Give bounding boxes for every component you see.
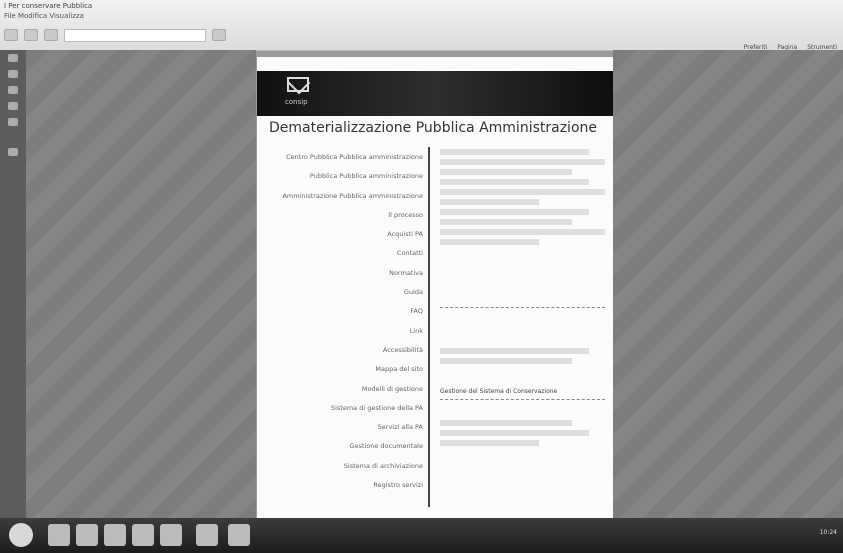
content-text-block [440, 209, 589, 215]
content-text-block [440, 179, 589, 185]
page-title: Dematerializzazione Pubblica Amministraz… [269, 120, 597, 136]
content-text-block [440, 348, 589, 354]
nav-link[interactable]: Registro servizi [263, 479, 423, 498]
logo-text: consip [285, 98, 308, 106]
nav-link[interactable]: Sistema di gestione della PA [263, 402, 423, 421]
folder-icon[interactable] [76, 524, 98, 546]
content-text-block [440, 239, 539, 245]
nav-link[interactable]: Mappa del sito [263, 363, 423, 382]
app-icon[interactable] [160, 524, 182, 546]
web-page: consip Dematerializzazione Pubblica Ammi… [257, 57, 613, 527]
site-header: consip [257, 71, 613, 116]
toolbar [4, 27, 226, 43]
nav-link[interactable]: Modelli di gestione [263, 383, 423, 402]
page-background-right [613, 50, 843, 518]
envelope-icon[interactable] [287, 77, 309, 92]
rail-icon[interactable] [8, 148, 18, 156]
nav-link[interactable]: Pubblica Pubblica amministrazione [263, 170, 423, 189]
content-text-block [440, 420, 572, 426]
refresh-button[interactable] [44, 29, 58, 41]
browser-icon[interactable] [48, 524, 70, 546]
rail-icon[interactable] [8, 118, 18, 126]
address-bar[interactable] [64, 28, 206, 42]
pdf-icon[interactable] [228, 524, 250, 546]
start-button[interactable] [9, 523, 33, 547]
content-text-block [440, 189, 605, 195]
browser-chrome: I Per conservare Pubblica File Modifica … [0, 0, 843, 51]
back-button[interactable] [4, 29, 18, 41]
section-divider [440, 307, 605, 308]
nav-link[interactable]: Servizi alla PA [263, 421, 423, 440]
side-rail [0, 50, 26, 518]
content-text-block [440, 440, 539, 446]
nav-link[interactable]: Acquisti PA [263, 228, 423, 247]
forward-button[interactable] [24, 29, 38, 41]
nav-link[interactable]: FAQ [263, 305, 423, 324]
system-tray-clock[interactable]: 10:24 [820, 529, 837, 536]
content-text-block [440, 430, 589, 436]
page-background-left [26, 50, 256, 518]
rail-icon[interactable] [8, 102, 18, 110]
menu-bar[interactable]: File Modifica Visualizza [4, 12, 84, 20]
content-text-block [440, 159, 605, 165]
rail-icon[interactable] [8, 54, 18, 62]
nav-link[interactable]: Link [263, 325, 423, 344]
nav-link[interactable]: Gestione documentale [263, 440, 423, 459]
content-text-block [440, 229, 605, 235]
content-text-block [440, 169, 572, 175]
nav-link[interactable]: Il processo [263, 209, 423, 228]
media-icon[interactable] [104, 524, 126, 546]
nav-link[interactable]: Normativa [263, 267, 423, 286]
nav-link[interactable]: Amministrazione Pubblica amministrazione [263, 190, 423, 209]
nav-link[interactable]: Guida [263, 286, 423, 305]
side-navigation: Centro Pubblica Pubblica amministrazione… [263, 151, 423, 498]
nav-link[interactable]: Accessibilità [263, 344, 423, 363]
content-text-block [440, 219, 572, 225]
content-text-block [440, 199, 539, 205]
taskbar: 10:24 [0, 518, 843, 553]
section-divider [440, 399, 605, 400]
section-heading[interactable]: Gestione del Sistema di Conservazione [440, 388, 605, 395]
window-title: I Per conservare Pubblica [4, 2, 93, 10]
nav-link[interactable]: Sistema di archiviazione [263, 460, 423, 479]
content-text-block [440, 149, 589, 155]
home-button[interactable] [212, 29, 226, 41]
main-content: Gestione del Sistema di Conservazione [440, 149, 605, 450]
nav-link[interactable]: Contatti [263, 247, 423, 266]
rail-icon[interactable] [8, 86, 18, 94]
app-icon[interactable] [196, 524, 218, 546]
content-text-block [440, 358, 572, 364]
rail-icon[interactable] [8, 70, 18, 78]
column-divider [428, 147, 430, 507]
app-icon[interactable] [132, 524, 154, 546]
nav-link[interactable]: Centro Pubblica Pubblica amministrazione [263, 151, 423, 170]
